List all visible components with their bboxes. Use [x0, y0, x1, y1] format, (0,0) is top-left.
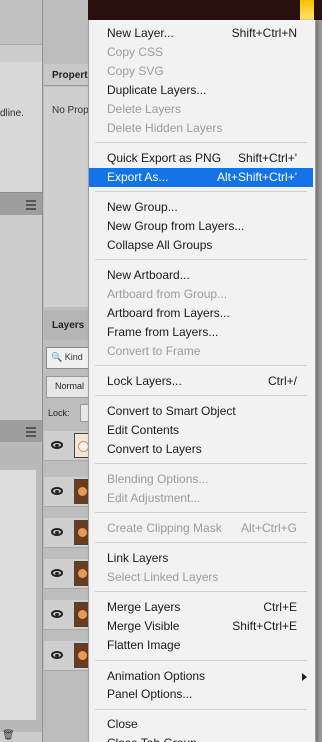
menu-separator: [95, 542, 307, 543]
visibility-eye-icon[interactable]: [51, 651, 63, 659]
menu-item-frame-from-layers[interactable]: Frame from Layers...: [89, 323, 313, 342]
menu-item-merge-layers[interactable]: Merge Layers Ctrl+E: [89, 598, 313, 617]
visibility-eye-icon[interactable]: [51, 610, 63, 618]
menu-item-new-group-from-layers[interactable]: New Group from Layers...: [89, 217, 313, 236]
menu-item-artboard-from-group[interactable]: Artboard from Group...: [89, 285, 313, 304]
menu-item-convert-to-smart-object[interactable]: Convert to Smart Object: [89, 402, 313, 421]
menu-item-animation-options[interactable]: Animation Options: [89, 667, 313, 686]
menu-separator: [95, 395, 307, 396]
menu-separator: [95, 259, 307, 260]
menu-item-close[interactable]: Close: [89, 715, 313, 734]
menu-item-blending-options[interactable]: Blending Options...: [89, 470, 313, 489]
menu-separator: [95, 142, 307, 143]
properties-empty-text: No Prop: [52, 105, 89, 116]
layer-row[interactable]: [44, 559, 90, 589]
visibility-eye-icon[interactable]: [51, 441, 63, 449]
menu-separator: [95, 660, 307, 661]
submenu-arrow-icon: [302, 673, 307, 681]
layer-row[interactable]: [44, 641, 90, 671]
trash-icon[interactable]: 🗑: [2, 730, 15, 741]
layer-row[interactable]: [44, 477, 90, 507]
lock-label: Lock:: [48, 408, 70, 418]
menu-item-delete-layers[interactable]: Delete Layers: [89, 100, 313, 119]
canvas-preview-strip: [88, 0, 322, 20]
menu-item-delete-hidden-layers[interactable]: Delete Hidden Layers: [89, 119, 313, 138]
menu-item-convert-to-layers[interactable]: Convert to Layers: [89, 440, 313, 459]
menu-item-quick-export-png[interactable]: Quick Export as PNG Shift+Ctrl+': [89, 149, 313, 168]
left-panel-section-header[interactable]: [0, 192, 42, 215]
menu-item-new-group[interactable]: New Group...: [89, 198, 313, 217]
layers-tab[interactable]: Layers: [44, 310, 90, 340]
menu-item-merge-visible[interactable]: Merge Visible Shift+Ctrl+E: [89, 617, 313, 636]
properties-tab[interactable]: Propert: [44, 64, 90, 86]
menu-item-collapse-all-groups[interactable]: Collapse All Groups: [89, 236, 313, 255]
layer-row[interactable]: [44, 600, 90, 630]
kind-filter-label: Kind: [64, 352, 83, 362]
menu-item-duplicate-layers[interactable]: Duplicate Layers...: [89, 81, 313, 100]
menu-item-export-as[interactable]: Export As... Alt+Shift+Ctrl+': [89, 168, 313, 187]
menu-item-link-layers[interactable]: Link Layers: [89, 549, 313, 568]
visibility-eye-icon[interactable]: [51, 569, 63, 577]
kind-filter[interactable]: 🔍 Kind: [46, 347, 90, 369]
menu-separator: [95, 463, 307, 464]
layer-row[interactable]: [44, 431, 90, 461]
menu-item-close-tab-group[interactable]: Close Tab Group: [89, 734, 313, 742]
menu-item-create-clipping-mask[interactable]: Create Clipping Mask Alt+Ctrl+G: [89, 519, 313, 538]
left-panel-inner: [0, 470, 36, 720]
layers-panel-context-menu: New Layer... Shift+Ctrl+N Copy CSS Copy S…: [88, 20, 316, 742]
layer-row[interactable]: [44, 518, 90, 548]
menu-item-new-layer[interactable]: New Layer... Shift+Ctrl+N: [89, 24, 313, 43]
visibility-eye-icon[interactable]: [51, 487, 63, 495]
menu-item-edit-contents[interactable]: Edit Contents: [89, 421, 313, 440]
left-panel: dline. 🗑: [0, 0, 42, 742]
left-panel-text: dline.: [0, 108, 24, 119]
menu-item-copy-css[interactable]: Copy CSS: [89, 43, 313, 62]
menu-item-convert-to-frame[interactable]: Convert to Frame: [89, 342, 313, 361]
left-panel-content: [0, 62, 42, 192]
panel-menu-icon-2[interactable]: [26, 427, 36, 437]
menu-item-panel-options[interactable]: Panel Options...: [89, 685, 313, 704]
menu-item-new-artboard[interactable]: New Artboard...: [89, 266, 313, 285]
properties-body: No Prop: [44, 87, 90, 307]
panel-menu-icon[interactable]: [26, 200, 36, 210]
menu-separator: [95, 512, 307, 513]
menu-item-edit-adjustment[interactable]: Edit Adjustment...: [89, 489, 313, 508]
menu-item-flatten-image[interactable]: Flatten Image: [89, 636, 313, 655]
left-panel-section-header-2[interactable]: [0, 420, 42, 442]
menu-separator: [95, 191, 307, 192]
menu-separator: [95, 709, 307, 710]
menu-item-artboard-from-layers[interactable]: Artboard from Layers...: [89, 304, 313, 323]
visibility-eye-icon[interactable]: [51, 528, 63, 536]
left-panel-header: [0, 0, 42, 45]
menu-separator: [95, 365, 307, 366]
menu-item-lock-layers[interactable]: Lock Layers... Ctrl+/: [89, 372, 313, 391]
menu-item-select-linked-layers[interactable]: Select Linked Layers: [89, 568, 313, 587]
menu-separator: [95, 591, 307, 592]
blend-mode-select[interactable]: Normal: [46, 376, 90, 398]
menu-item-copy-svg[interactable]: Copy SVG: [89, 62, 313, 81]
